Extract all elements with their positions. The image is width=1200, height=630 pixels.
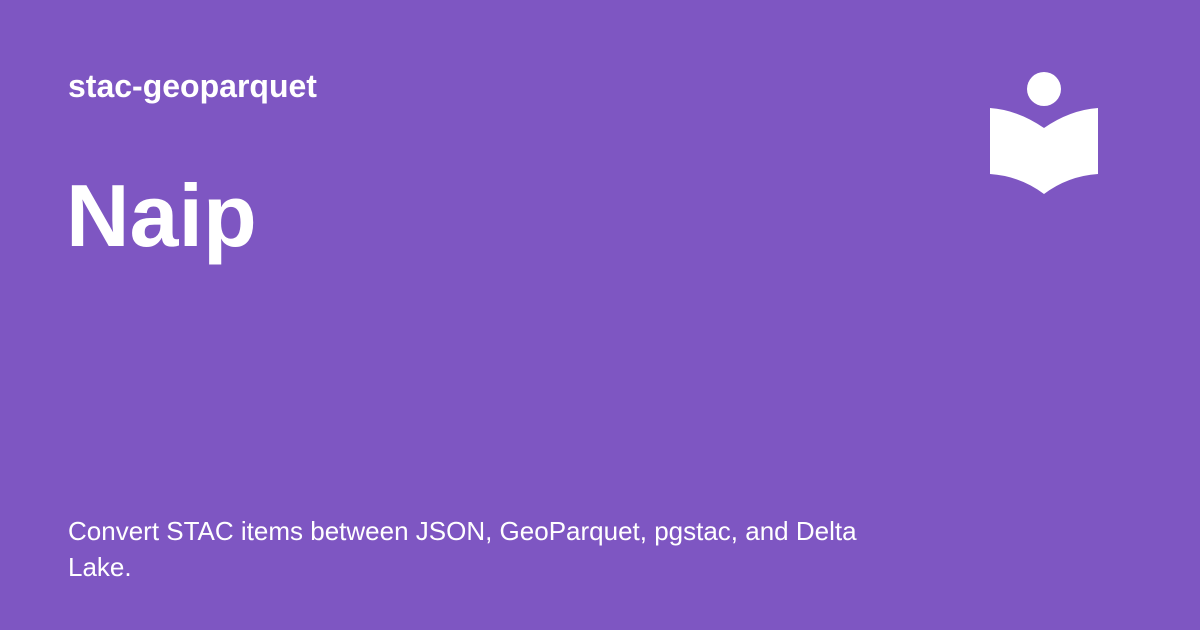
book-reader-icon [990, 72, 1098, 194]
social-card: stac-geoparquet Naip Convert STAC items … [0, 0, 1200, 630]
page-description: Convert STAC items between JSON, GeoParq… [68, 516, 857, 582]
site-name: stac-geoparquet [68, 68, 317, 104]
page-title: Naip [66, 166, 257, 265]
